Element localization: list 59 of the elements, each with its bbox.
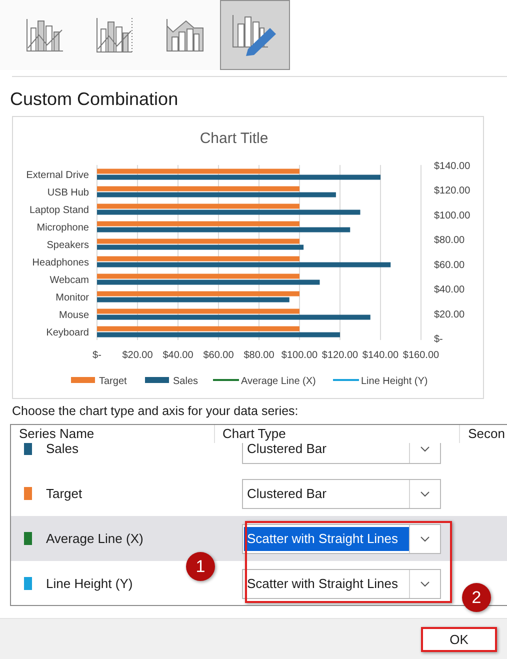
secondary-axis-label: $- [434,334,443,345]
chart-type-dropdown[interactable]: Clustered Bar [242,478,441,508]
x-axis-label: $160.00 [402,350,440,361]
section-heading: Custom Combination [10,89,180,110]
category-label: Laptop Stand [30,204,89,216]
chevron-down-icon [420,536,430,542]
category-label: Microphone [36,222,89,234]
chart-type-dropdown[interactable]: Scatter with Straight Lines [242,524,441,554]
category-label: Speakers [46,240,89,251]
category-label: USB Hub [47,187,89,198]
secondary-axis-label: $140.00 [434,161,470,172]
category-label: Headphones [32,257,89,268]
secondary-axis-label: $120.00 [434,186,470,197]
series-name: Target [46,486,84,501]
category-label: Monitor [56,292,89,304]
category-label: Mouse [58,310,89,321]
legend-line [213,379,239,381]
secondary-axis-label: $100.00 [434,210,470,222]
chart-type-button[interactable] [220,0,290,70]
combo-chart-icon [26,18,64,52]
instruction-text: Choose the chart type and axis for your data series: [12,404,300,418]
series-name: Line Height (Y) [46,576,134,591]
legend-swatch [145,377,169,383]
x-axis-label: $120.00 [322,350,358,361]
secondary-axis-label: $60.00 [434,260,465,271]
area-column-chart-icon [166,18,204,52]
column-header: Secon [460,425,507,443]
secondary-axis-label: $40.00 [434,284,465,296]
legend-label: Line Height (Y) [361,376,428,387]
x-axis-label: $80.00 [244,350,274,361]
chart-pencil-icon [232,14,278,56]
chevron-down-icon [420,490,430,496]
legend-swatch [71,377,95,383]
legend-label: Sales [173,376,198,387]
category-label: External Drive [26,170,89,181]
step-badge: 1 [186,552,215,581]
x-axis-label: $40.00 [162,350,194,361]
legend-label: Target [99,376,127,387]
category-label: Keyboard [46,327,89,338]
legend-line [333,379,359,381]
x-axis-label: $140.00 [362,350,399,361]
chart-type-dropdown[interactable]: Clustered Bar [242,443,441,464]
combo-chart-icon [96,17,134,53]
chart-title: Chart Title [200,130,268,147]
ok-button[interactable]: OK [421,626,497,652]
x-axis-label: $100.00 [281,350,318,361]
series-name: Average Line (X) [46,531,144,546]
chevron-down-icon [420,446,430,452]
chart-type-dropdown[interactable]: Scatter with Straight Lines [242,568,441,598]
step-badge: 2 [462,583,491,612]
chevron-down-icon [420,580,430,586]
secondary-axis-label: $20.00 [434,309,465,320]
category-label: Webcam [50,274,89,286]
series-name: Sales [46,443,80,456]
legend-label: Average Line (X) [241,376,316,387]
x-axis-label: $20.00 [122,350,153,361]
secondary-axis-label: $80.00 [434,235,465,246]
x-axis-label: $- [92,350,102,361]
x-axis-label: $60.00 [203,350,234,361]
